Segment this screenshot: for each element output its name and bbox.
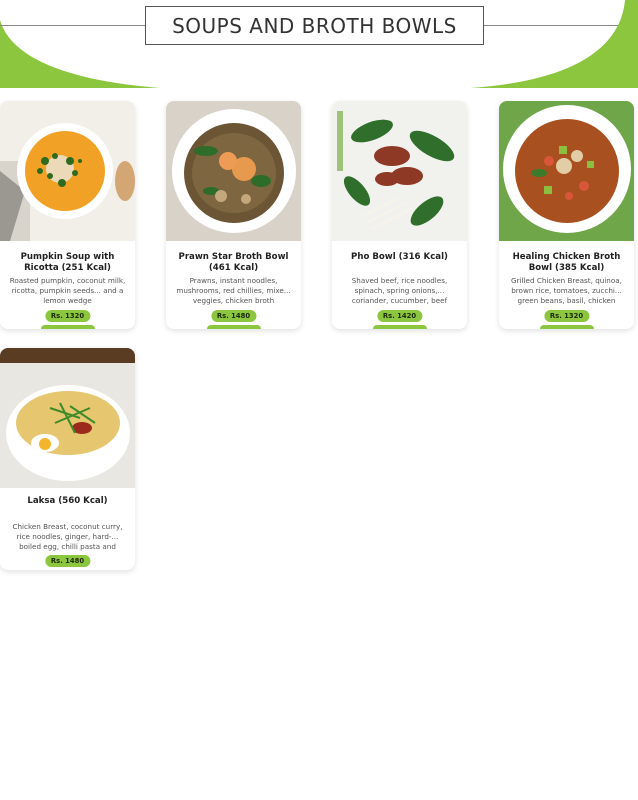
dish-photo-prawn-star (166, 101, 301, 241)
price-badge: Rs. 1420 (376, 310, 423, 322)
add-button[interactable] (40, 325, 95, 329)
dish-name: Prawn Star Broth Bowl (461 Kcal) (178, 252, 289, 273)
menu-card-pumpkin-soup[interactable]: Pumpkin Soup with Ricotta (251 Kcal) Roa… (0, 101, 135, 329)
add-button[interactable] (372, 325, 427, 329)
dish-name: Healing Chicken Broth Bowl (385 Kcal) (512, 252, 621, 273)
dish-photo-pho-bowl (332, 101, 467, 241)
add-button[interactable] (206, 325, 261, 329)
dish-photo-healing-chicken (499, 101, 634, 241)
dish-description: Shaved beef, rice noodles, spinach, spri… (351, 276, 448, 305)
dish-description: Chicken Breast, coconut curry, rice nood… (12, 522, 123, 551)
dish-description: Prawns, instant noodles, mushrooms, red … (176, 276, 291, 305)
price-badge: Rs. 1320 (543, 310, 590, 322)
section-title: SOUPS AND BROTH BOWLS (145, 6, 484, 45)
section-title-text: SOUPS AND BROTH BOWLS (172, 13, 457, 38)
dish-photo-pumpkin-soup (0, 101, 135, 241)
menu-card-prawn-star-broth-bowl[interactable]: Prawn Star Broth Bowl (461 Kcal) Prawns,… (166, 101, 301, 329)
price-badge: Rs. 1480 (210, 310, 257, 322)
dish-description: Grilled Chicken Breast, quinoa, brown ri… (511, 276, 622, 305)
menu-card-healing-chicken-broth-bowl[interactable]: Healing Chicken Broth Bowl (385 Kcal) Gr… (499, 101, 634, 329)
title-rule-left (0, 25, 145, 26)
dish-photo-laksa (0, 348, 135, 488)
dish-name: Laksa (560 Kcal) (27, 496, 108, 506)
page-header: SOUPS AND BROTH BOWLS (0, 0, 638, 90)
dish-name: Pumpkin Soup with Ricotta (251 Kcal) (20, 252, 115, 273)
menu-card-laksa[interactable]: Laksa (560 Kcal) Chicken Breast, coconut… (0, 348, 135, 570)
add-button[interactable] (539, 325, 594, 329)
menu-card-pho-bowl[interactable]: Pho Bowl (316 Kcal) Shaved beef, rice no… (332, 101, 467, 329)
dish-description: Roasted pumpkin, coconut milk, ricotta, … (9, 276, 126, 305)
price-badge: Rs. 1320 (44, 310, 91, 322)
title-rule-right (484, 25, 618, 26)
price-badge: Rs. 1480 (44, 555, 91, 567)
dish-name: Pho Bowl (316 Kcal) (351, 252, 448, 262)
